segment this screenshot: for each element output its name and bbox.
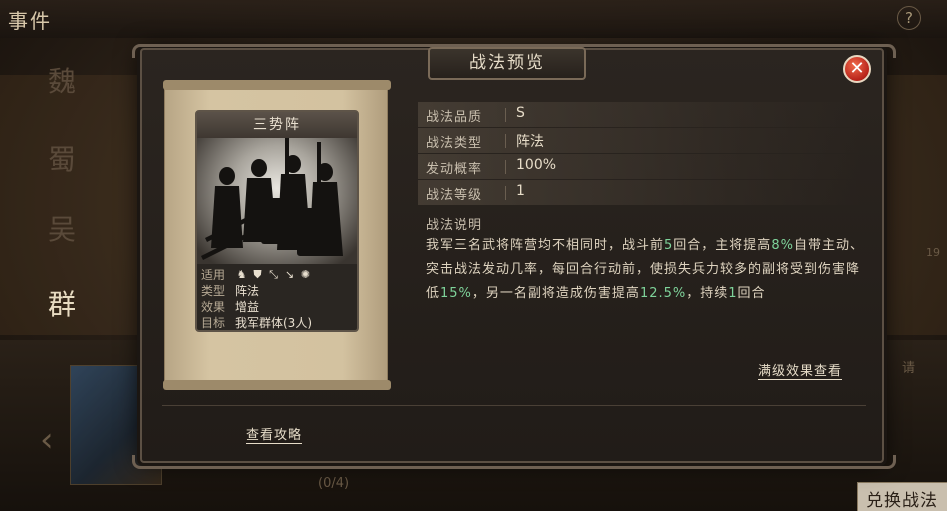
info-label: 战法品质 — [426, 110, 483, 125]
desc-highlight: 8% — [771, 238, 794, 253]
info-label: 战法等级 — [426, 188, 483, 203]
tactic-scroll: 三势阵 适用 ♞ ⛊ ⤡ ↘ ✺ 类型 阵法 效果 增益 目标 我军群体(3人) — [163, 80, 391, 390]
shield-icon: ⛊ — [253, 267, 262, 281]
stat-label: 目标 — [201, 315, 226, 330]
divider — [505, 160, 506, 174]
cavalry-icon: ♞ — [236, 267, 247, 281]
divider — [505, 186, 506, 200]
close-icon[interactable]: ✕ — [843, 55, 871, 83]
tactic-description: 我军三名武将阵营均不相同时，战斗前5回合，主将提高8%自带主动、突击战法发动几率… — [426, 234, 866, 306]
full-level-effect-link[interactable]: 满级效果查看 — [758, 360, 843, 380]
help-icon[interactable]: ? — [897, 6, 921, 30]
stat-label: 效果 — [201, 299, 226, 314]
faction-tab-wei[interactable]: 魏 — [48, 60, 76, 100]
desc-text: ，另一名副将造成伤害提高 — [471, 286, 640, 301]
soldiers-silhouette-icon — [201, 138, 343, 260]
stat-row-applicable: 适用 ♞ ⛊ ⤡ ↘ ✺ — [201, 266, 353, 282]
modal-title: 战法预览 — [428, 47, 586, 80]
modal-frame-bottom — [132, 455, 896, 469]
stat-value: 增益 — [235, 299, 260, 314]
desc-text: 我军三名武将阵营均不相同时，战斗前 — [426, 238, 665, 253]
desc-highlight: 12.5% — [639, 286, 687, 301]
siege-icon: ✺ — [300, 267, 311, 281]
info-row-level: 战法等级 1 — [418, 180, 862, 205]
tactic-preview-modal: 战法预览 ✕ 三势阵 适用 ♞ ⛊ ⤡ ↘ ✺ 类型 阵法 效果 增益 目标 我… — [132, 44, 896, 469]
info-row-type: 战法类型 阵法 — [418, 128, 862, 153]
tactic-card-name: 三势阵 — [197, 112, 357, 138]
stat-value: 我军群体(3人) — [235, 315, 312, 330]
bow-icon: ⤡ — [269, 267, 278, 281]
applicable-units: ♞ ⛊ ⤡ ↘ ✺ — [235, 268, 312, 281]
stat-value: 阵法 — [235, 283, 260, 298]
chevron-left-icon[interactable]: ‹ — [40, 420, 54, 460]
stat-row-target: 目标 我军群体(3人) — [201, 314, 353, 330]
side-note: 请 — [902, 361, 916, 376]
scroll-rod-bottom — [163, 380, 391, 390]
screen-title: 事件 — [8, 9, 52, 33]
divider — [505, 134, 506, 148]
faction-tab-shu[interactable]: 蜀 — [48, 138, 76, 178]
progress-count: (0/4) — [318, 476, 350, 491]
stat-row-type: 类型 阵法 — [201, 282, 353, 298]
desc-text: 回合 — [737, 286, 766, 301]
scroll-rod-top — [163, 80, 391, 90]
info-label: 发动概率 — [426, 162, 483, 177]
info-row-probability: 发动概率 100% — [418, 154, 862, 179]
stat-label: 类型 — [201, 283, 226, 298]
side-number: 19 — [926, 246, 940, 259]
description-title: 战法说明 — [426, 218, 483, 233]
faction-tab-wu[interactable]: 吴 — [48, 208, 76, 248]
faction-tab-qun[interactable]: 群 — [48, 283, 76, 323]
view-guide-link[interactable]: 查看攻略 — [246, 424, 303, 444]
info-value: 100% — [516, 157, 557, 173]
desc-highlight: 5 — [664, 238, 674, 253]
exchange-tactic-button[interactable]: 兑换战法 — [857, 482, 947, 511]
spear-icon: ↘ — [284, 267, 295, 281]
desc-text: ，持续 — [686, 286, 729, 301]
tactic-card-art — [197, 138, 357, 264]
stat-label: 适用 — [201, 267, 226, 282]
tactic-card: 三势阵 适用 ♞ ⛊ ⤡ ↘ ✺ 类型 阵法 效果 增益 目标 我军群体(3人) — [195, 110, 359, 332]
tactic-card-stats: 适用 ♞ ⛊ ⤡ ↘ ✺ 类型 阵法 效果 增益 目标 我军群体(3人) — [201, 266, 353, 330]
info-value: S — [516, 105, 525, 121]
desc-text: 回合，主将提高 — [673, 238, 772, 253]
stat-row-effect: 效果 增益 — [201, 298, 353, 314]
modal-divider — [162, 405, 866, 406]
game-screen: 事件 ? 魏 蜀 吴 群 ‹ (0/4) 兑换战法 请 19 战法预览 ✕ 三势… — [0, 0, 947, 511]
tactic-info-list: 战法品质 S 战法类型 阵法 发动概率 100% 战法等级 1 — [418, 102, 862, 206]
desc-highlight: 1 — [728, 286, 738, 301]
info-value: 1 — [516, 183, 525, 199]
info-row-quality: 战法品质 S — [418, 102, 862, 127]
divider — [505, 108, 506, 122]
info-label: 战法类型 — [426, 136, 483, 151]
desc-highlight: 15% — [440, 286, 472, 301]
info-value: 阵法 — [516, 134, 544, 150]
top-bar — [0, 0, 947, 38]
